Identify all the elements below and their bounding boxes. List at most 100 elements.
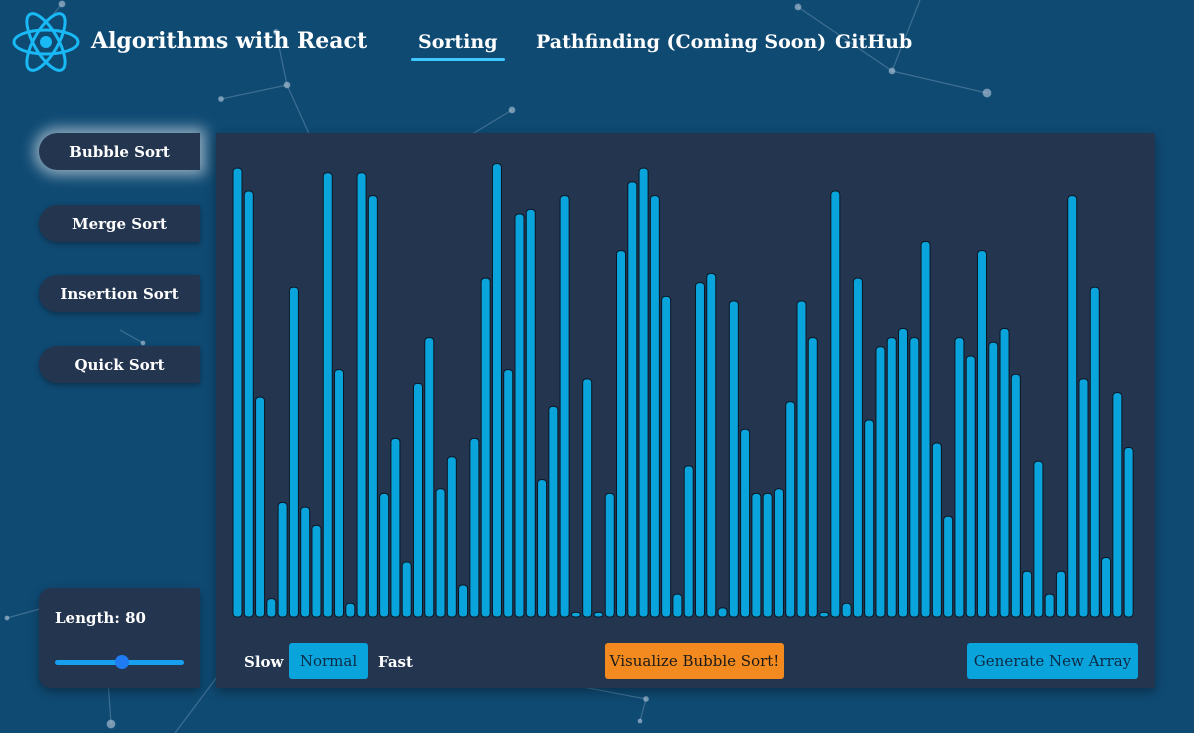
insertion-sort-button[interactable]: Insertion Sort	[39, 275, 200, 312]
array-bar	[1123, 447, 1134, 618]
array-bar	[976, 250, 987, 618]
array-bar	[1033, 460, 1044, 618]
speed-normal-button[interactable]: Normal	[289, 643, 368, 679]
array-bar	[356, 172, 367, 618]
array-bar	[514, 213, 525, 618]
array-bar	[412, 382, 423, 618]
array-bar	[548, 405, 559, 618]
array-bar	[345, 602, 356, 618]
array-bar	[1089, 286, 1100, 618]
array-bar	[604, 492, 615, 618]
array-bar	[898, 327, 909, 618]
array-bar	[649, 195, 660, 618]
array-bar	[379, 492, 390, 618]
array-bar	[999, 327, 1010, 618]
array-bar	[491, 163, 502, 618]
array-bar	[525, 208, 536, 618]
array-bar	[277, 502, 288, 618]
array-bar	[367, 195, 378, 618]
array-bar	[322, 172, 333, 618]
array-bar	[1022, 570, 1033, 618]
length-slider-thumb[interactable]	[115, 655, 130, 669]
array-bar	[785, 401, 796, 618]
array-bar	[593, 611, 604, 618]
array-bar	[311, 524, 322, 618]
array-bar	[886, 337, 897, 618]
array-bar	[1101, 556, 1112, 618]
array-bar	[819, 611, 830, 618]
array-bar	[469, 437, 480, 618]
array-bar	[807, 337, 818, 618]
array-bar	[480, 277, 491, 618]
array-bar	[435, 488, 446, 618]
bubble-sort-button[interactable]: Bubble Sort	[39, 133, 200, 170]
speed-fast-label[interactable]: Fast	[378, 653, 413, 671]
array-bar	[1112, 392, 1123, 618]
array-bar	[762, 492, 773, 618]
array-bar	[661, 295, 672, 618]
array-bar	[740, 428, 751, 618]
array-bar	[300, 506, 311, 618]
react-atom-icon[interactable]	[12, 9, 80, 75]
array-bar	[1044, 593, 1055, 618]
length-label: Length: 80	[55, 609, 146, 627]
visualizer-panel: Slow Normal Fast Visualize Bubble Sort! …	[216, 133, 1155, 688]
array-bar	[401, 561, 412, 618]
array-bar	[920, 240, 931, 618]
array-bar	[616, 250, 627, 618]
array-bar	[243, 190, 254, 618]
top-navbar: Algorithms with React Sorting Pathfindin…	[0, 0, 1194, 90]
length-control: Length: 80	[39, 588, 200, 688]
array-bar	[864, 419, 875, 618]
array-bar	[717, 607, 728, 618]
visualize-button[interactable]: Visualize Bubble Sort!	[605, 643, 784, 679]
nav-pathfinding[interactable]: Pathfinding (Coming Soon)	[536, 31, 826, 53]
array-bar	[390, 437, 401, 618]
array-bar	[672, 593, 683, 618]
array-bar	[965, 355, 976, 618]
array-bar	[458, 584, 469, 618]
array-bar	[232, 167, 243, 618]
array-bar	[570, 611, 581, 618]
array-bar	[266, 598, 277, 618]
bars-canvas	[232, 163, 1134, 618]
array-bar	[638, 167, 649, 618]
nav-github[interactable]: GitHub	[835, 31, 912, 53]
array-bar	[943, 515, 954, 618]
speed-slow-label[interactable]: Slow	[244, 653, 283, 671]
array-bar	[1055, 570, 1066, 618]
array-bar	[909, 337, 920, 618]
array-bar	[582, 378, 593, 618]
quick-sort-button[interactable]: Quick Sort	[39, 346, 200, 383]
array-bar	[830, 190, 841, 618]
array-bar	[255, 396, 266, 618]
array-bar	[627, 181, 638, 618]
array-bar	[683, 465, 694, 618]
array-bar	[559, 195, 570, 618]
array-bar	[706, 273, 717, 618]
nav-sorting[interactable]: Sorting	[411, 31, 504, 61]
array-bar	[773, 488, 784, 618]
array-bar	[424, 337, 435, 618]
array-bar	[988, 341, 999, 618]
array-bar	[796, 300, 807, 618]
array-bar	[1067, 195, 1078, 618]
array-bar	[334, 369, 345, 618]
app-title: Algorithms with React	[91, 28, 368, 54]
merge-sort-button[interactable]: Merge Sort	[39, 205, 200, 242]
generate-array-button[interactable]: Generate New Array	[967, 643, 1138, 679]
array-bar	[694, 282, 705, 618]
array-bar	[728, 300, 739, 618]
array-bar	[931, 442, 942, 618]
array-bar	[875, 346, 886, 618]
array-bar	[288, 286, 299, 618]
array-bar	[841, 602, 852, 618]
array-bar	[852, 277, 863, 618]
array-bar	[446, 456, 457, 618]
array-bar	[1078, 378, 1089, 618]
array-bar	[954, 337, 965, 618]
array-bar	[503, 369, 514, 618]
array-bar	[537, 479, 548, 618]
array-bar	[1010, 373, 1021, 618]
array-bar	[751, 492, 762, 618]
